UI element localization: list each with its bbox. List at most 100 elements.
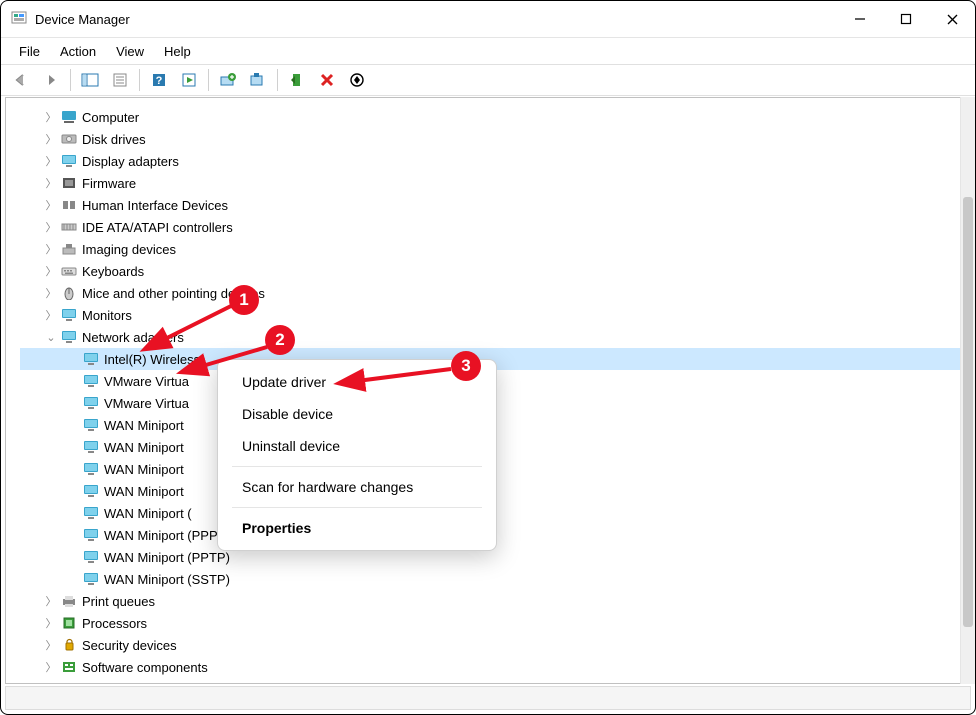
tree-item-label: Human Interface Devices: [82, 198, 228, 213]
tree-item-label: Disk drives: [82, 132, 146, 147]
toolbar: ?: [1, 64, 975, 96]
tree-item-label: Intel(R) Wireless: [104, 352, 200, 367]
tree-item[interactable]: 〉 Disk drives: [20, 128, 970, 150]
tree-item[interactable]: 〉 Security devices: [20, 634, 970, 656]
menubar: File Action View Help: [1, 37, 975, 64]
forward-button[interactable]: [37, 67, 65, 93]
tree-item-label: Security devices: [82, 638, 177, 653]
tree-item[interactable]: 〉 Firmware: [20, 172, 970, 194]
tree-item-label: Firmware: [82, 176, 136, 191]
tree-item-label: WAN Miniport (: [104, 506, 192, 521]
expand-icon[interactable]: 〉: [44, 286, 58, 300]
adapter-icon: [82, 351, 100, 367]
vertical-scrollbar[interactable]: [960, 97, 975, 684]
tree-item-label: Keyboards: [82, 264, 144, 279]
properties-sheet-button[interactable]: [106, 67, 134, 93]
adapter-icon: [82, 571, 100, 587]
help-button[interactable]: ?: [145, 67, 173, 93]
tree-item-label: Computer: [82, 110, 139, 125]
update-driver-button[interactable]: [214, 67, 242, 93]
disable-device-button[interactable]: [343, 67, 371, 93]
ctx-uninstall-device[interactable]: Uninstall device: [218, 430, 496, 462]
menu-view[interactable]: View: [108, 40, 152, 63]
tree-item-label: Display adapters: [82, 154, 179, 169]
show-hide-console-button[interactable]: [76, 67, 104, 93]
menu-action[interactable]: Action: [52, 40, 104, 63]
tree-item-label: WAN Miniport: [104, 484, 184, 499]
tree-item-adapter[interactable]: WAN Miniport (PPTP): [20, 546, 970, 568]
adapter-icon: [82, 483, 100, 499]
back-button[interactable]: [7, 67, 35, 93]
tree-item-label: Processors: [82, 616, 147, 631]
ctx-scan-hardware[interactable]: Scan for hardware changes: [218, 471, 496, 503]
tree-item[interactable]: 〉 IDE ATA/ATAPI controllers: [20, 216, 970, 238]
disk-icon: [60, 131, 78, 147]
device-manager-window: Device Manager File Action View Help ?: [0, 0, 976, 715]
tree-item[interactable]: 〉 Display adapters: [20, 150, 970, 172]
tree-item-label: Print queues: [82, 594, 155, 609]
ide-icon: [60, 219, 78, 235]
network-icon: [60, 329, 78, 345]
minimize-button[interactable]: [837, 1, 883, 37]
uninstall-device-button[interactable]: [313, 67, 341, 93]
adapter-icon: [82, 395, 100, 411]
adapter-icon: [82, 527, 100, 543]
monitor-icon: [60, 307, 78, 323]
expand-icon[interactable]: 〉: [44, 176, 58, 190]
tree-item-label: Imaging devices: [82, 242, 176, 257]
titlebar: Device Manager: [1, 1, 975, 37]
tree-item-label: VMware Virtua: [104, 374, 189, 389]
enable-device-button[interactable]: [283, 67, 311, 93]
collapse-icon[interactable]: ⌄: [44, 330, 58, 344]
menu-help[interactable]: Help: [156, 40, 199, 63]
tree-item-label: WAN Miniport (SSTP): [104, 572, 230, 587]
expand-icon[interactable]: 〉: [44, 154, 58, 168]
tree-item[interactable]: 〉 Keyboards: [20, 260, 970, 282]
expand-icon[interactable]: 〉: [44, 198, 58, 212]
tree-item[interactable]: 〉 Print queues: [20, 590, 970, 612]
close-button[interactable]: [929, 1, 975, 37]
annotation-badge-2: 2: [265, 325, 295, 355]
app-icon: [11, 11, 27, 27]
scrollbar-thumb[interactable]: [963, 197, 973, 627]
ctx-properties[interactable]: Properties: [218, 512, 496, 544]
imaging-icon: [60, 241, 78, 257]
expand-icon[interactable]: 〉: [44, 638, 58, 652]
tree-item-label: WAN Miniport: [104, 440, 184, 455]
tree-item[interactable]: 〉 Processors: [20, 612, 970, 634]
ctx-separator: [232, 507, 482, 508]
adapter-icon: [82, 439, 100, 455]
tree-item-label: VMware Virtua: [104, 396, 189, 411]
display-icon: [60, 153, 78, 169]
tree-item-network-adapters[interactable]: ⌄Network adapters: [20, 326, 970, 348]
tree-item[interactable]: 〉 Human Interface Devices: [20, 194, 970, 216]
print-icon: [60, 593, 78, 609]
expand-icon[interactable]: 〉: [44, 660, 58, 674]
expand-icon[interactable]: 〉: [44, 132, 58, 146]
tree-item-label: IDE ATA/ATAPI controllers: [82, 220, 233, 235]
maximize-button[interactable]: [883, 1, 929, 37]
ctx-disable-device[interactable]: Disable device: [218, 398, 496, 430]
tree-item[interactable]: 〉Monitors: [20, 304, 970, 326]
annotation-badge-3: 3: [451, 351, 481, 381]
expand-icon[interactable]: 〉: [44, 264, 58, 278]
tree-item-adapter[interactable]: WAN Miniport (SSTP): [20, 568, 970, 590]
toolbar-separator: [277, 69, 278, 91]
menu-file[interactable]: File: [11, 40, 48, 63]
cpu-icon: [60, 615, 78, 631]
expand-icon[interactable]: 〉: [44, 220, 58, 234]
tree-item[interactable]: 〉 Computer: [20, 106, 970, 128]
expand-icon[interactable]: 〉: [44, 308, 58, 322]
keyboard-icon: [60, 263, 78, 279]
tree-item[interactable]: 〉Mice and other pointing devices: [20, 282, 970, 304]
expand-icon[interactable]: 〉: [44, 616, 58, 630]
expand-icon[interactable]: 〉: [44, 594, 58, 608]
expand-icon[interactable]: 〉: [44, 110, 58, 124]
tree-item[interactable]: 〉Software components: [20, 656, 970, 678]
scan-hardware-button[interactable]: [244, 67, 272, 93]
tree-item[interactable]: 〉 Imaging devices: [20, 238, 970, 260]
status-bar: [5, 686, 971, 710]
action-button[interactable]: [175, 67, 203, 93]
expand-icon[interactable]: 〉: [44, 242, 58, 256]
tree-item-label: WAN Miniport (PPTP): [104, 550, 230, 565]
